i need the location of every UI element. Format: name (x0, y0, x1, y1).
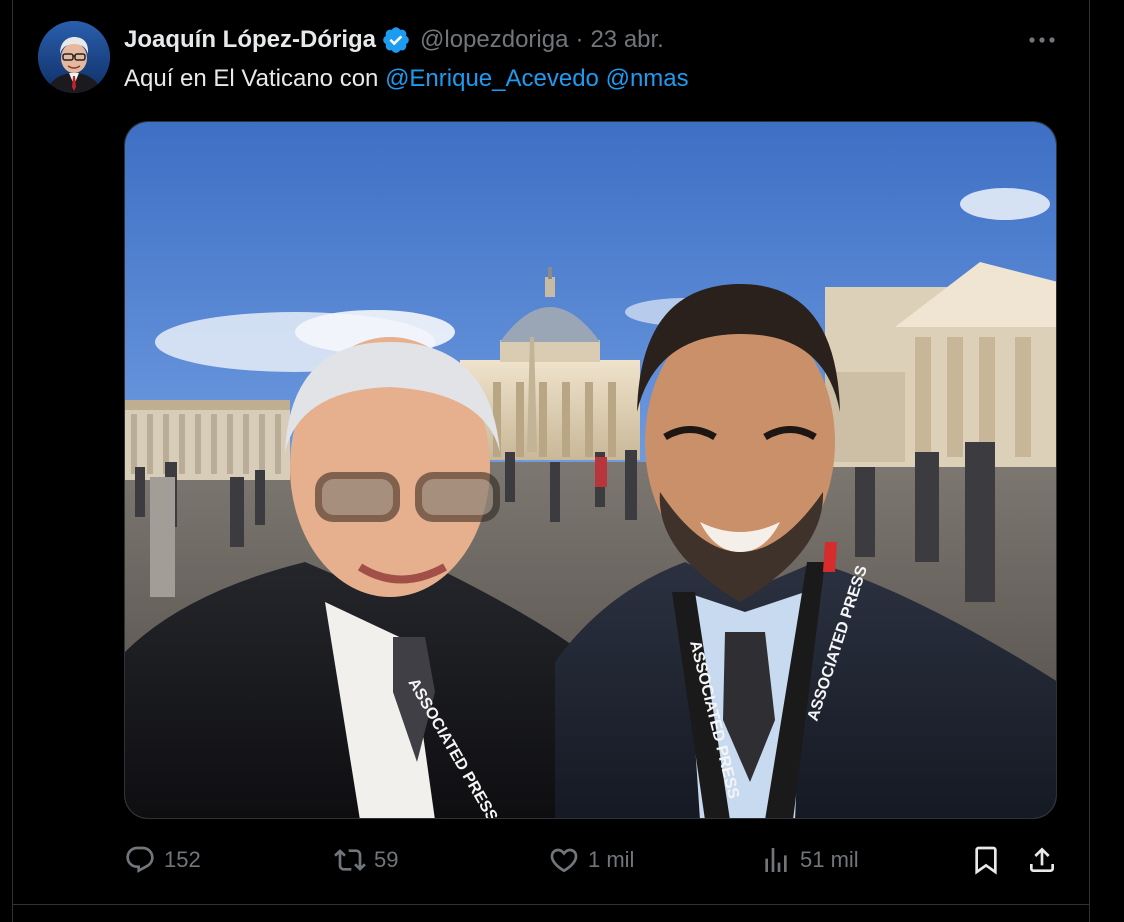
share-button[interactable] (1026, 838, 1058, 882)
bottom-divider (12, 904, 1089, 905)
avatar-photo-icon (38, 21, 110, 93)
author-display-name[interactable]: Joaquín López-Dóriga (124, 26, 376, 54)
photo-vatican-selfie-icon: ASSOCIATED PRESS ASSOCIATED PRESS ASSOCI… (125, 122, 1056, 818)
tweet-text-prefix: Aquí en El Vaticano con (124, 65, 386, 92)
author-handle[interactable]: @lopezdoriga (420, 26, 568, 54)
views-icon (765, 848, 787, 872)
bookmark-button[interactable] (970, 838, 1002, 882)
tweet-photo[interactable]: ASSOCIATED PRESS ASSOCIATED PRESS ASSOCI… (124, 121, 1057, 819)
reply-count: 152 (164, 847, 201, 872)
tweet-text: Aquí en El Vaticano con @Enrique_Acevedo… (124, 62, 689, 96)
share-icon (1030, 847, 1054, 872)
views-count: 51 mil (800, 847, 859, 872)
left-divider (0, 0, 13, 922)
retweet-icon (334, 849, 366, 871)
mention-link[interactable]: @Enrique_Acevedo (385, 65, 599, 92)
tweet-header: Joaquín López-Dóriga @lopezdoriga · 23 a… (124, 23, 664, 57)
like-icon (550, 848, 578, 873)
retweet-button[interactable]: 59 (334, 838, 398, 882)
views-button[interactable]: 51 mil (760, 838, 859, 882)
more-options-button[interactable] (1024, 26, 1060, 54)
like-count: 1 mil (588, 847, 635, 872)
reply-button[interactable]: 152 (124, 838, 201, 882)
separator-dot: · (575, 26, 584, 53)
retweet-count: 59 (374, 847, 399, 872)
bookmark-icon (975, 846, 997, 875)
tweet-actions: 152 59 1 mil 51 mil (124, 838, 1064, 882)
tweet-timestamp[interactable]: 23 abr. (590, 26, 663, 54)
tweet-frame: Joaquín López-Dóriga @lopezdoriga · 23 a… (0, 0, 1124, 922)
right-divider (1089, 0, 1090, 922)
like-button[interactable]: 1 mil (548, 838, 634, 882)
verified-badge-icon (381, 25, 411, 55)
reply-icon (126, 846, 154, 873)
more-icon (1029, 37, 1055, 43)
mention-link[interactable]: @nmas (606, 65, 689, 92)
author-avatar[interactable] (38, 21, 110, 93)
